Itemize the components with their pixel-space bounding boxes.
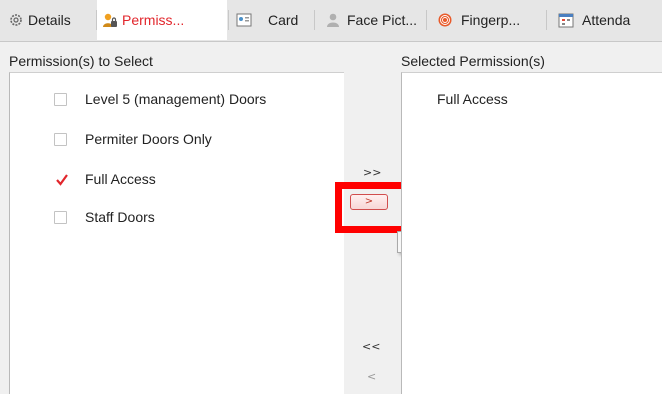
checkmark-icon bbox=[56, 173, 68, 186]
tab-details[interactable]: Details bbox=[8, 0, 71, 40]
gear-icon bbox=[8, 12, 24, 28]
permission-item-staff-doors[interactable]: Staff Doors bbox=[54, 207, 155, 227]
permission-checkbox[interactable] bbox=[54, 210, 67, 224]
tab-permission[interactable]: Permiss... bbox=[97, 0, 227, 40]
selected-permissions-list[interactable]: Full Access bbox=[401, 72, 662, 394]
tab-label: Fingerp... bbox=[461, 12, 521, 28]
permission-label: Level 5 (management) Doors bbox=[85, 91, 267, 107]
permission-checkbox[interactable] bbox=[54, 132, 67, 146]
calendar-icon bbox=[558, 12, 574, 28]
permission-label: Permiter Doors Only bbox=[85, 131, 212, 147]
tab-attendance[interactable]: Attenda bbox=[558, 0, 630, 40]
tab-label: Permiss... bbox=[122, 12, 185, 28]
tab-label: Details bbox=[28, 12, 71, 28]
remove-all-button[interactable]: << bbox=[362, 340, 380, 353]
permission-item-full-access[interactable]: Full Access bbox=[54, 169, 156, 189]
selected-permissions-heading: Selected Permission(s) bbox=[401, 53, 545, 69]
tab-face-picture[interactable]: Face Pict... bbox=[325, 0, 417, 40]
permissions-to-select-heading: Permission(s) to Select bbox=[9, 53, 153, 69]
user-lock-icon bbox=[102, 12, 118, 28]
add-all-button[interactable]: >> bbox=[363, 166, 381, 179]
tab-fingerprint[interactable]: Fingerp... bbox=[437, 0, 520, 40]
remove-selected-button[interactable]: < bbox=[367, 370, 376, 383]
permissions-to-select-list[interactable]: Level 5 (management) Doors Permiter Door… bbox=[9, 72, 344, 394]
permission-checkbox-checked[interactable] bbox=[54, 173, 68, 186]
permission-label: Full Access bbox=[85, 171, 156, 187]
fingerprint-icon bbox=[437, 12, 453, 28]
tab-label: Card bbox=[268, 12, 299, 28]
permission-checkbox[interactable] bbox=[54, 92, 67, 106]
permission-item-perimeter[interactable]: Permiter Doors Only bbox=[54, 129, 212, 149]
permission-label: Staff Doors bbox=[85, 209, 155, 225]
tab-label: Face Pict... bbox=[347, 12, 418, 28]
person-icon bbox=[325, 12, 341, 28]
selected-permission-item[interactable]: Full Access bbox=[437, 91, 508, 107]
permission-item-level5[interactable]: Level 5 (management) Doors bbox=[54, 89, 266, 109]
tab-bar: Details Permiss... Card Face Pict... Fin… bbox=[0, 0, 662, 42]
card-icon bbox=[236, 12, 252, 28]
tab-card[interactable]: Card bbox=[236, 0, 298, 40]
tab-label: Attenda bbox=[582, 12, 631, 28]
